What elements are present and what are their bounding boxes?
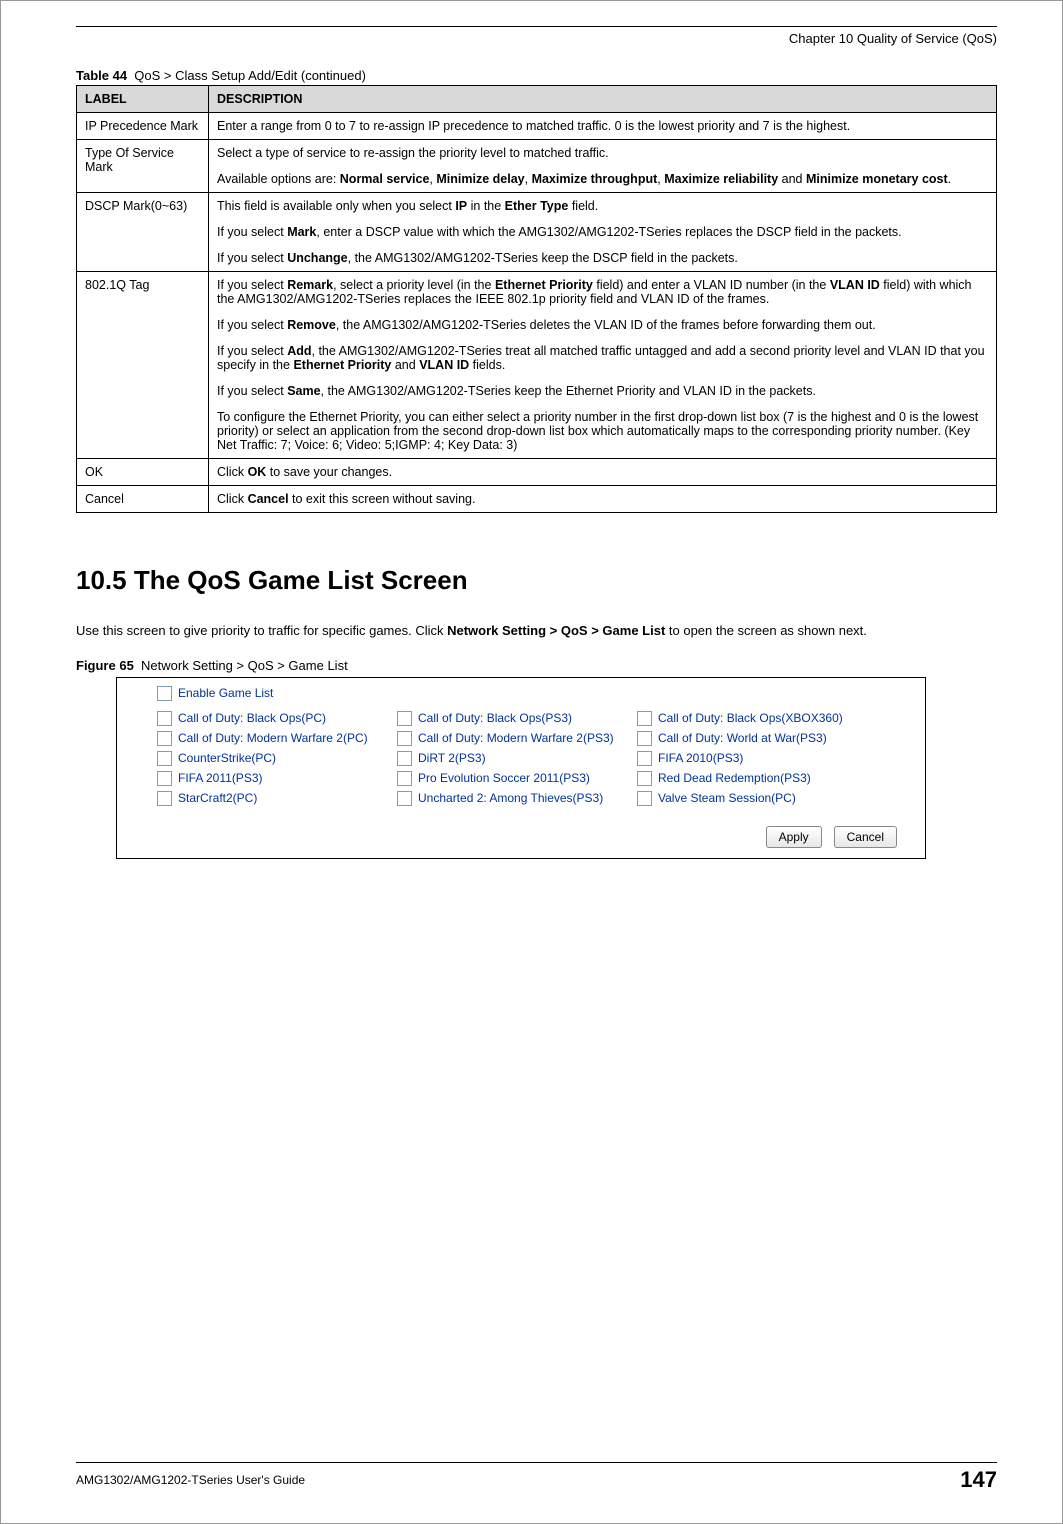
row-label-cancel: Cancel [77,486,209,513]
game-checkbox[interactable] [397,771,412,786]
game-label: Call of Duty: Black Ops(PC) [178,711,326,725]
row-label-ip-precedence: IP Precedence Mark [77,113,209,140]
enable-game-list-label: Enable Game List [178,686,273,700]
game-checkbox[interactable] [637,771,652,786]
table-row: IP Precedence Mark Enter a range from 0 … [77,113,997,140]
game-checkbox[interactable] [157,711,172,726]
row-label-ok: OK [77,459,209,486]
game-label: Red Dead Redemption(PS3) [658,771,811,785]
qos-class-table: LABEL DESCRIPTION IP Precedence Mark Ent… [76,85,997,513]
game-checkbox[interactable] [157,791,172,806]
game-checkbox[interactable] [637,751,652,766]
game-checkbox[interactable] [157,751,172,766]
table-caption-text: QoS > Class Setup Add/Edit (continued) [134,68,366,83]
game-label: StarCraft2(PC) [178,791,257,805]
footer-guide-name: AMG1302/AMG1202-TSeries User's Guide [76,1473,305,1487]
table-row: OK Click OK to save your changes. [77,459,997,486]
table-row: DSCP Mark(0~63) This field is available … [77,193,997,272]
row-label-8021q-tag: 802.1Q Tag [77,272,209,459]
section-heading: 10.5 The QoS Game List Screen [76,565,997,596]
col-header-label: LABEL [77,86,209,113]
game-checkbox[interactable] [157,771,172,786]
game-label: Uncharted 2: Among Thieves(PS3) [418,791,603,805]
row-desc-ip-precedence: Enter a range from 0 to 7 to re-assign I… [209,113,997,140]
row-desc-8021q-tag: If you select Remark, select a priority … [209,272,997,459]
game-label: Valve Steam Session(PC) [658,791,796,805]
col-header-description: DESCRIPTION [209,86,997,113]
game-checkbox[interactable] [637,711,652,726]
enable-game-list-checkbox[interactable] [157,686,172,701]
row-desc-dscp: This field is available only when you se… [209,193,997,272]
table-row: Cancel Click Cancel to exit this screen … [77,486,997,513]
game-label: Call of Duty: Modern Warfare 2(PS3) [418,731,614,745]
game-label: Call of Duty: Black Ops(XBOX360) [658,711,843,725]
cancel-button[interactable]: Cancel [834,826,897,848]
game-checkbox[interactable] [397,751,412,766]
figure-caption-text: Network Setting > QoS > Game List [141,658,348,673]
row-desc-ok: Click OK to save your changes. [209,459,997,486]
section-body: Use this screen to give priority to traf… [76,622,997,640]
chapter-header: Chapter 10 Quality of Service (QoS) [76,31,997,46]
game-label: FIFA 2011(PS3) [178,771,263,785]
game-checkbox[interactable] [637,791,652,806]
game-label: DiRT 2(PS3) [418,751,486,765]
figure-caption-label: Figure 65 [76,658,134,673]
row-desc-cancel: Click Cancel to exit this screen without… [209,486,997,513]
game-label: FIFA 2010(PS3) [658,751,743,765]
row-label-dscp: DSCP Mark(0~63) [77,193,209,272]
game-label: Call of Duty: World at War(PS3) [658,731,827,745]
table-row: Type Of Service Mark Select a type of se… [77,140,997,193]
apply-button[interactable]: Apply [766,826,822,848]
game-list-figure: Enable Game List Call of Duty: Black Ops… [116,677,926,859]
row-desc-type-of-service: Select a type of service to re-assign th… [209,140,997,193]
table-caption-label: Table 44 [76,68,127,83]
game-label: Call of Duty: Black Ops(PS3) [418,711,572,725]
figure-caption: Figure 65 Network Setting > QoS > Game L… [76,658,997,673]
game-checkbox[interactable] [397,791,412,806]
game-label: Call of Duty: Modern Warfare 2(PC) [178,731,368,745]
game-checkbox[interactable] [637,731,652,746]
table-row: 802.1Q Tag If you select Remark, select … [77,272,997,459]
page-number: 147 [960,1467,997,1493]
game-checkbox[interactable] [397,711,412,726]
game-checkbox[interactable] [397,731,412,746]
game-label: CounterStrike(PC) [178,751,276,765]
game-checkbox[interactable] [157,731,172,746]
row-label-type-of-service: Type Of Service Mark [77,140,209,193]
game-label: Pro Evolution Soccer 2011(PS3) [418,771,590,785]
table-caption: Table 44 QoS > Class Setup Add/Edit (con… [76,68,997,83]
